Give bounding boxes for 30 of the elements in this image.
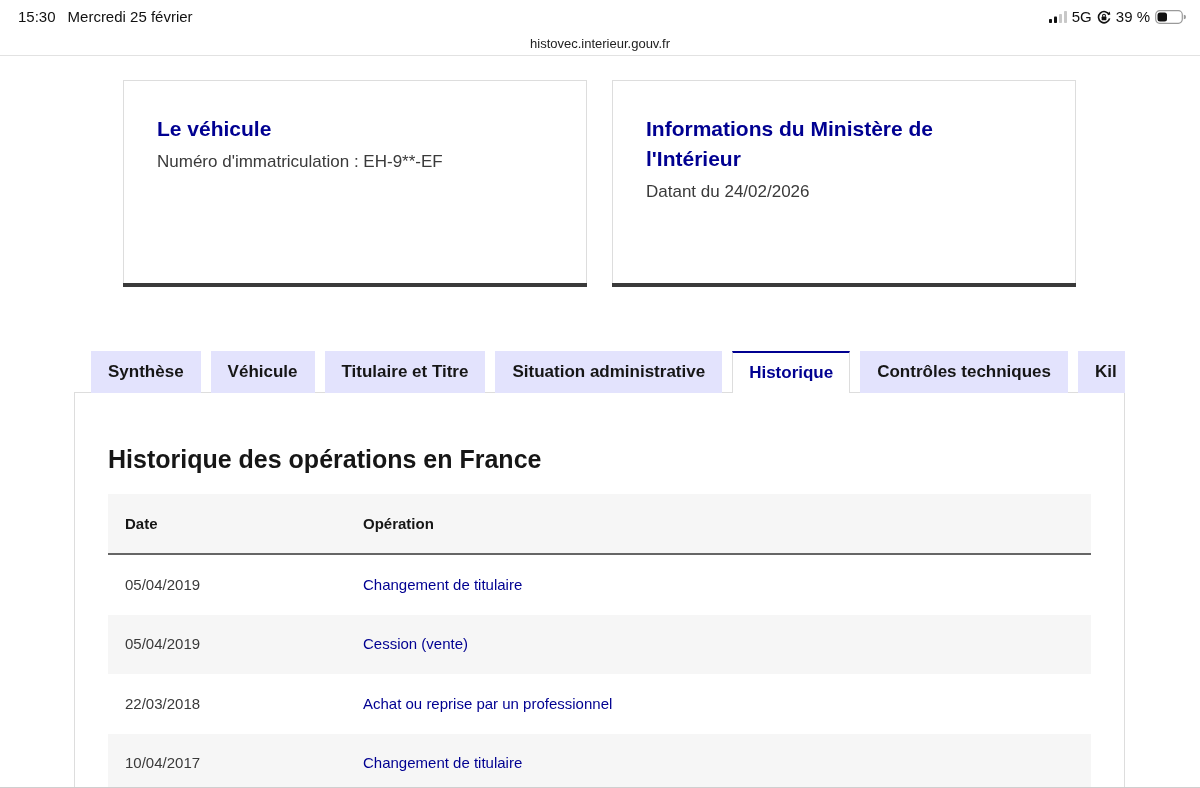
column-header: Date	[125, 514, 158, 532]
tab[interactable]: Titulaire et Titre	[324, 351, 486, 393]
url-text[interactable]: histovec.interieur.gouv.fr	[530, 34, 670, 54]
tab[interactable]: Contrôles techniques	[860, 351, 1068, 393]
section-heading: Historique des opérations en France	[108, 444, 543, 475]
card-title: Informations du Ministère de l'Intérieur	[646, 116, 935, 172]
operation-link[interactable]: Achat ou reprise par un professionnel	[363, 694, 613, 712]
tab[interactable]: Historique	[732, 351, 851, 393]
operation-link[interactable]: Changement de titulaire	[363, 754, 523, 772]
battery-percent: 39 %	[1115, 6, 1150, 27]
tab[interactable]: Kil	[1078, 351, 1125, 393]
status-date: Mercredi 25 février	[67, 6, 193, 27]
card-text: Datant du 24/02/2026	[646, 181, 811, 203]
card-title: Le véhicule	[157, 116, 273, 142]
status-time: 15:30	[18, 6, 56, 27]
signal-icon	[1048, 11, 1067, 23]
date-text: 05/04/2019	[125, 575, 201, 593]
card-text: Numéro d'immatriculation : EH-9**-EF	[157, 151, 444, 173]
tab[interactable]: Situation administrative	[495, 351, 723, 393]
date-text: 10/04/2017	[125, 754, 201, 772]
operation-link[interactable]: Cession (vente)	[363, 635, 469, 653]
network-label: 5G	[1071, 6, 1092, 27]
tab[interactable]: Synthèse	[91, 351, 201, 393]
tab[interactable]: Véhicule	[210, 351, 315, 393]
rotation-lock-icon	[1096, 10, 1111, 24]
battery-icon	[1155, 10, 1186, 24]
operation-link[interactable]: Changement de titulaire	[363, 575, 523, 593]
column-header: Opération	[363, 514, 434, 532]
date-text: 22/03/2018	[125, 694, 201, 712]
date-text: 05/04/2019	[125, 635, 201, 653]
